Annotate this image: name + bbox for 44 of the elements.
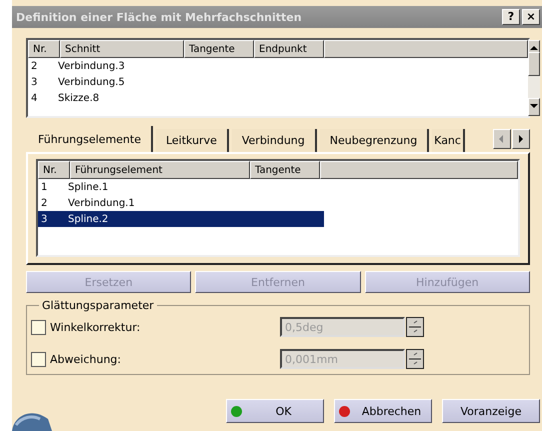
table-cell-text: 4 (30, 92, 38, 104)
column-header[interactable]: Endpunkt (254, 40, 324, 58)
right-arrow-icon (516, 134, 526, 144)
checkbox-label: Winkelkorrektur: (50, 320, 142, 334)
list-row[interactable]: 2 Verbindung.1 (38, 195, 324, 212)
help-button[interactable]: ? (502, 9, 520, 26)
dialog-button[interactable]: OK (226, 399, 324, 423)
table-cell-text: 2 (40, 198, 48, 209)
table-cell-text: 2 (30, 60, 38, 72)
table-cell-text: Skizze.8 (57, 92, 100, 104)
tab-scroll-right-button[interactable] (512, 129, 530, 150)
tab[interactable]: Neubegrenzung (320, 129, 430, 152)
dialog-button[interactable]: Abbrechen (334, 399, 432, 423)
column-header[interactable]: Nr. (28, 40, 60, 58)
group-title: Glättungsparameter (41, 299, 155, 312)
list-row[interactable]: 2 Verbindung.3 (28, 58, 528, 74)
checkbox-label: Abweichung: (50, 352, 122, 366)
list-row[interactable]: 3 Verbindung.5 (28, 74, 528, 90)
spinner-button[interactable] (406, 349, 424, 370)
table-cell-text: Spline.1 (67, 182, 110, 193)
column-header[interactable]: Führungselement (70, 161, 250, 180)
table-cell-text: Verbindung.5 (57, 76, 126, 88)
close-button[interactable]: × (522, 9, 540, 26)
tab[interactable]: Kanc (432, 129, 465, 152)
tab[interactable]: Leitkurve (156, 129, 229, 152)
table-cell-text: 1 (40, 182, 48, 193)
scrollbar[interactable] (528, 40, 540, 116)
table-cell-text: Spline.2 (67, 214, 110, 225)
table-cell-text: Verbindung.1 (67, 198, 136, 209)
window-title: Definition einer Fläche mit Mehrfachschnitten (16, 10, 303, 24)
list-row[interactable]: 3 Spline.2 (38, 211, 324, 228)
list-row[interactable]: 1 Spline.1 (38, 179, 324, 196)
tab-scroll-left-button[interactable] (493, 129, 511, 150)
list-row[interactable]: 4 Skizze.8 (28, 90, 528, 106)
table-cell-text: 3 (40, 214, 48, 225)
table-cell-text: 3 (30, 76, 38, 88)
column-header[interactable]: Tangente (250, 161, 320, 180)
spinner-button[interactable] (406, 317, 424, 338)
column-header[interactable]: Tangente (184, 40, 254, 58)
tab[interactable]: Verbindung (232, 129, 317, 152)
column-header[interactable]: Schnitt (60, 40, 184, 58)
table-cell-text: Verbindung.3 (57, 60, 126, 72)
column-header[interactable]: Nr. (38, 161, 70, 180)
dialog-button[interactable]: Voranzeige (442, 399, 540, 423)
